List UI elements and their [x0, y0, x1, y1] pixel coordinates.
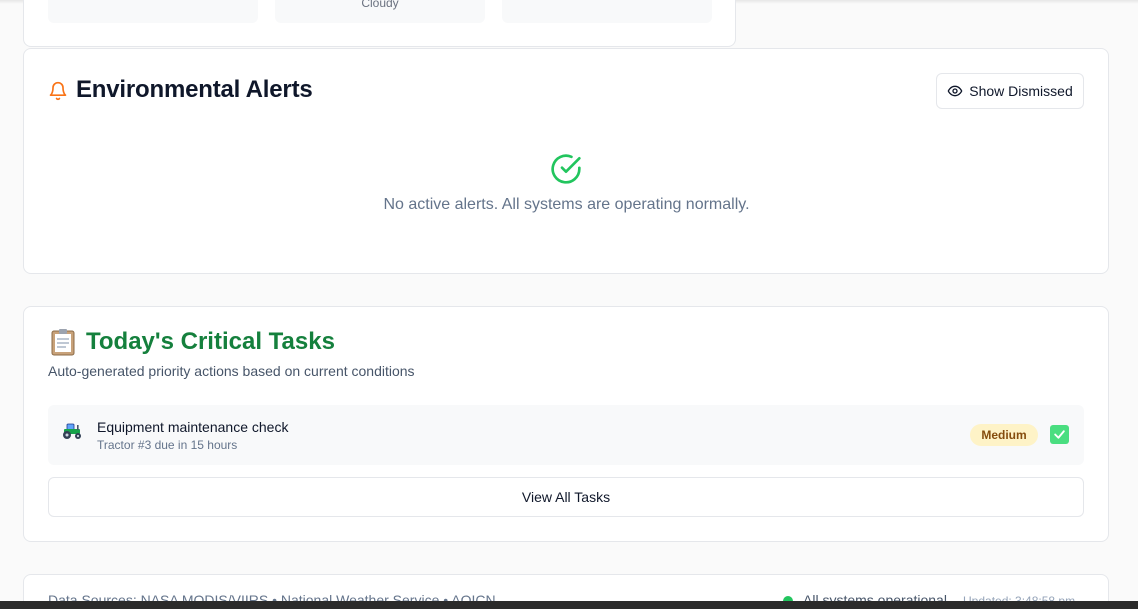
task-detail: Tractor #3 due in 15 hours	[97, 438, 238, 452]
tasks-subtitle: Auto-generated priority actions based on…	[48, 363, 415, 379]
clipboard-icon	[51, 329, 75, 356]
weather-tile	[48, 0, 258, 23]
show-dismissed-button[interactable]: Show Dismissed	[936, 73, 1084, 109]
weather-tile: Cloudy	[275, 0, 485, 23]
task-complete-checkbox[interactable]	[1050, 425, 1069, 444]
weather-condition-label: Cloudy	[361, 0, 399, 10]
weather-card: Cloudy	[23, 0, 736, 47]
alerts-title: Environmental Alerts	[76, 76, 313, 103]
show-dismissed-label: Show Dismissed	[969, 83, 1073, 99]
bottom-bar	[0, 601, 1138, 609]
bell-icon	[49, 81, 67, 101]
checkmark-icon	[1054, 430, 1065, 439]
priority-badge: Medium	[970, 424, 1038, 446]
task-name: Equipment maintenance check	[97, 419, 289, 435]
eye-icon	[947, 85, 963, 97]
task-item[interactable]: Equipment maintenance check Tractor #3 d…	[48, 405, 1084, 465]
check-circle-icon	[551, 154, 581, 184]
tasks-title: Today's Critical Tasks	[86, 328, 335, 355]
no-alerts-message: No active alerts. All systems are operat…	[383, 196, 750, 213]
view-all-tasks-button[interactable]: View All Tasks	[48, 477, 1084, 517]
tractor-icon	[63, 423, 81, 439]
weather-tile	[502, 0, 712, 23]
dashboard-page: Cloudy Environmental Alerts Show Dismiss…	[0, 0, 1138, 609]
